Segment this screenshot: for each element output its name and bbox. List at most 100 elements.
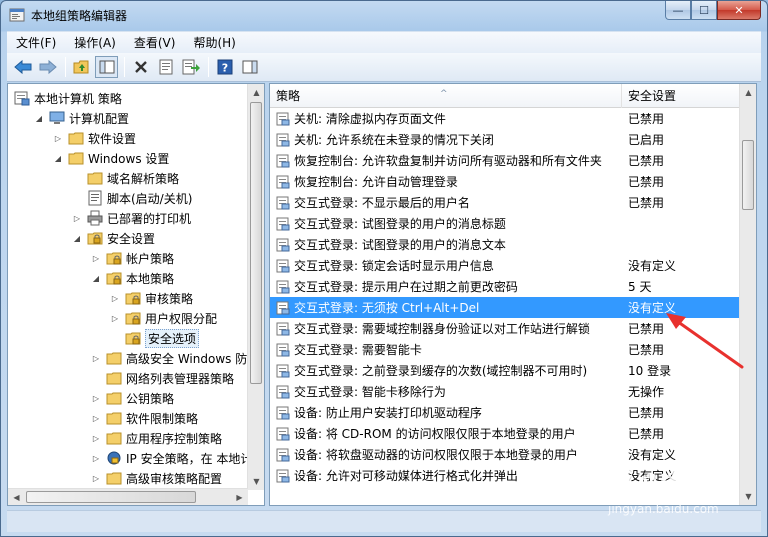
collapsed-arrow-icon[interactable]: ▷ [71,212,83,224]
tree-node-label: 高级审核策略配置 [126,471,223,486]
policy-name: 交互式登录: 需要域控制器身份验证以对工作站进行解锁 [294,322,590,336]
up-one-level-button[interactable] [70,56,93,78]
menu-view[interactable]: 查看(V) [125,32,185,54]
collapsed-arrow-icon[interactable]: ▷ [90,452,102,464]
policy-row[interactable]: 交互式登录: 提示用户在过期之前更改密码 5 天 [270,276,740,297]
policy-row[interactable]: 设备: 将 CD-ROM 的访问权限仅限于本地登录的用户 已禁用 [270,423,740,444]
scroll-right-arrow-icon[interactable]: ▶ [231,489,248,505]
policy-row[interactable]: 交互式登录: 不显示最后的用户名 已禁用 [270,192,740,213]
policy-name: 交互式登录: 之前登录到缓存的次数(域控制器不可用时) [294,364,588,378]
collapsed-arrow-icon[interactable]: ▷ [52,132,64,144]
policy-row[interactable]: 设备: 将软盘驱动器的访问权限仅限于本地登录的用户 没有定义 [270,444,740,465]
policy-row[interactable]: 交互式登录: 试图登录的用户的消息标题 [270,213,740,234]
collapsed-arrow-icon[interactable]: ▷ [90,392,102,404]
collapsed-arrow-icon[interactable]: ▷ [90,412,102,424]
tree-node[interactable]: ▷ 帐户策略 [90,248,174,268]
tree-node[interactable]: ▷ 应用程序控制策略 [90,428,222,448]
policy-security-setting: 已启用 [628,133,665,147]
list-vertical-scrollbar[interactable]: ▲ ▼ [739,84,756,505]
collapsed-arrow-icon[interactable]: ▷ [90,432,102,444]
policy-setting-icon [276,343,290,357]
expanded-arrow-icon[interactable]: ◢ [90,272,102,284]
collapsed-arrow-icon[interactable]: ▷ [90,252,102,264]
policy-row[interactable]: 关机: 允许系统在未登录的情况下关闭 已启用 [270,129,740,150]
scroll-up-arrow-icon[interactable]: ▲ [248,84,264,101]
policy-row[interactable]: 恢复控制台: 允许自动管理登录 已禁用 [270,171,740,192]
tree-node[interactable]: ▷ 用户权限分配 [109,308,217,328]
tree-horizontal-scrollbar[interactable]: ◀ ▶ [8,488,248,505]
tree-node[interactable]: ▷ 审核策略 [109,288,193,308]
tree-node-label: IP 安全策略，在 本地计算 [126,451,248,466]
back-button[interactable] [11,56,34,78]
column-header-policy[interactable]: 策略 ^ [270,84,622,108]
policy-setting-icon [276,112,290,126]
tree-node[interactable]: ▷ IP 安全策略，在 本地计算 [90,448,248,468]
help-button[interactable]: ? [213,56,236,78]
policy-row[interactable]: 恢复控制台: 允许软盘复制并访问所有驱动器和所有文件夹 已禁用 [270,150,740,171]
tree-node[interactable]: ◢ 本地策略 [90,268,174,288]
tree-node[interactable]: 网络列表管理器策略 [90,368,234,388]
red-annotation-arrow-icon [666,313,744,369]
scroll-down-arrow-icon[interactable]: ▼ [248,473,264,490]
collapsed-arrow-icon[interactable]: ▷ [90,472,102,484]
collapsed-arrow-icon[interactable]: ▷ [90,352,102,364]
scroll-up-arrow-icon[interactable]: ▲ [740,84,756,101]
delete-button[interactable] [129,56,152,78]
menu-action[interactable]: 操作(A) [65,32,125,54]
export-list-button[interactable] [179,56,202,78]
expanded-arrow-icon[interactable]: ◢ [33,112,45,124]
tree-node[interactable]: ▷ 高级安全 Windows 防火 [90,348,248,368]
scroll-thumb[interactable] [742,140,754,210]
policy-name: 交互式登录: 智能卡移除行为 [294,385,446,399]
policy-row[interactable]: 交互式登录: 智能卡移除行为 无操作 [270,381,740,402]
policy-setting-icon [276,154,290,168]
collapsed-arrow-icon[interactable]: ▷ [109,312,121,324]
tree-node[interactable]: 本地计算机 策略 [14,88,122,108]
scroll-down-arrow-icon[interactable]: ▼ [740,488,756,505]
tree-node[interactable]: ◢ 计算机配置 [33,108,129,128]
forward-button[interactable] [36,56,59,78]
collapsed-arrow-icon[interactable]: ▷ [109,292,121,304]
policy-row[interactable]: 设备: 防止用户安装打印机驱动程序 已禁用 [270,402,740,423]
properties-icon [159,59,172,75]
tree-node[interactable]: 脚本(启动/关机) [71,188,192,208]
close-button[interactable]: ✕ [717,1,761,20]
tree-vertical-scrollbar[interactable]: ▲ ▼ [247,84,264,490]
back-arrow-icon [13,59,31,75]
tree-node[interactable]: ◢ Windows 设置 [52,148,169,168]
show-hide-action-pane-button[interactable] [238,56,261,78]
tree-node[interactable]: ▷ 软件限制策略 [90,408,198,428]
menu-file[interactable]: 文件(F) [7,32,65,54]
policy-row[interactable]: 交互式登录: 试图登录的用户的消息文本 [270,234,740,255]
script-icon [87,190,103,206]
expanded-arrow-icon[interactable]: ◢ [52,152,64,164]
policy-row[interactable]: 交互式登录: 锁定会话时显示用户信息 没有定义 [270,255,740,276]
tree-node[interactable]: ▷ 软件设置 [52,128,136,148]
tree-node[interactable]: 安全选项 [109,328,200,348]
tree-node[interactable]: 域名解析策略 [71,168,179,188]
expanded-arrow-icon[interactable]: ◢ [71,232,83,244]
maximize-button[interactable]: ☐ [691,1,717,20]
scroll-thumb[interactable] [26,491,196,503]
scroll-left-arrow-icon[interactable]: ◀ [8,489,25,505]
scroll-thumb[interactable] [250,102,262,384]
policy-security-setting: 已禁用 [628,322,665,336]
toolbar-separator [124,57,125,77]
menu-help[interactable]: 帮助(H) [184,32,244,54]
tree-node[interactable]: ▷ 高级审核策略配置 [90,468,222,488]
column-header-security-setting[interactable]: 安全设置 [622,84,740,108]
printer-icon [87,210,103,226]
properties-button[interactable] [154,56,177,78]
policy-row[interactable]: 关机: 清除虚拟内存页面文件 已禁用 [270,108,740,129]
tree-node-label: 计算机配置 [69,111,130,126]
folder-icon [106,390,122,406]
tree-node[interactable]: ▷ 已部署的打印机 [71,208,191,228]
tree-node[interactable]: ▷ 公钥策略 [90,388,174,408]
sort-ascending-icon: ^ [440,89,448,99]
minimize-button[interactable]: — [665,1,691,20]
title-bar[interactable]: 本地组策略编辑器 — ☐ ✕ [1,1,767,31]
show-hide-tree-button[interactable] [95,56,118,78]
tree-node[interactable]: ◢ 安全设置 [71,228,155,248]
